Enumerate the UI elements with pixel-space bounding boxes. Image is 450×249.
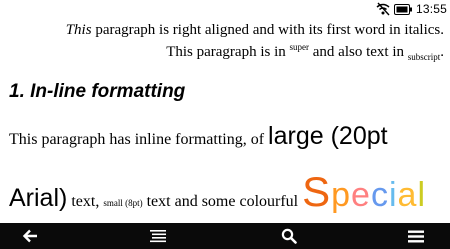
bottom-toolbar bbox=[0, 223, 450, 249]
paragraph-text: text, bbox=[67, 193, 104, 210]
large-text-end: Arial) bbox=[9, 184, 68, 212]
special-letter: e bbox=[351, 176, 371, 214]
paragraph-text: This paragraph has inline formatting, of bbox=[9, 131, 269, 148]
options-menu-icon bbox=[408, 230, 424, 242]
status-bar: 13:55 bbox=[0, 0, 450, 18]
special-letter: c bbox=[370, 176, 389, 214]
contents-button[interactable] bbox=[138, 223, 178, 249]
paragraph-text: and also text in bbox=[309, 44, 408, 60]
super-sub-paragraph: This paragraph is in super and also text… bbox=[166, 42, 444, 62]
inline-formatting-paragraph-line-2: Arial) text, small (8pt) text and some c… bbox=[9, 168, 426, 216]
status-icons: 13:55 bbox=[376, 0, 450, 18]
special-letter: p bbox=[331, 176, 352, 214]
back-button[interactable] bbox=[10, 223, 50, 249]
right-aligned-paragraph: This paragraph is right aligned and with… bbox=[66, 22, 444, 39]
italic-word: This bbox=[65, 22, 92, 38]
clock: 13:55 bbox=[415, 2, 447, 16]
subscript-text: subscript bbox=[407, 52, 441, 62]
battery-icon bbox=[393, 3, 412, 15]
special-letter: a bbox=[397, 176, 418, 214]
menu-list-icon bbox=[150, 230, 166, 243]
back-arrow-icon bbox=[22, 229, 37, 243]
section-heading: 1. In-line formatting bbox=[9, 81, 186, 102]
search-button[interactable] bbox=[269, 223, 309, 249]
colourful-word: Special bbox=[302, 168, 427, 215]
document-view[interactable]: This paragraph is right aligned and with… bbox=[0, 18, 450, 223]
special-letter: l bbox=[417, 176, 427, 214]
large-text: large (20pt bbox=[268, 122, 388, 150]
special-letter: S bbox=[302, 168, 332, 215]
small-text: small (8pt) bbox=[103, 198, 143, 208]
wifi-off-icon bbox=[376, 2, 390, 16]
paragraph-end: . bbox=[440, 44, 444, 60]
special-letter: i bbox=[388, 176, 398, 214]
search-icon bbox=[281, 228, 297, 244]
options-button[interactable] bbox=[396, 223, 436, 249]
paragraph-text: text and some colourful bbox=[142, 193, 303, 210]
paragraph-text: This paragraph is in bbox=[166, 44, 290, 60]
paragraph-text: paragraph is right aligned and with its … bbox=[91, 22, 444, 38]
inline-formatting-paragraph-line-1: This paragraph has inline formatting, of… bbox=[9, 122, 388, 151]
superscript-text: super bbox=[289, 42, 310, 52]
